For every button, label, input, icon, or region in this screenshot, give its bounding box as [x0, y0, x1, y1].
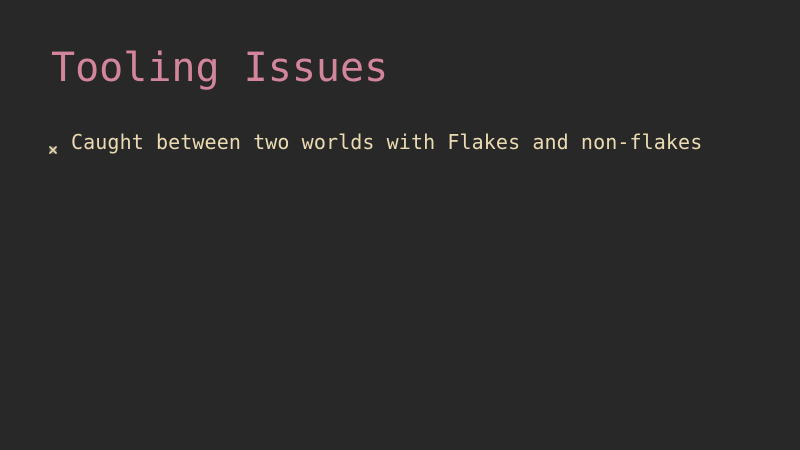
slide-title: Tooling Issues: [51, 45, 389, 91]
bullet-text: Caught between two worlds with Flakes an…: [71, 130, 703, 154]
list-item: Caught between two worlds with Flakes an…: [48, 128, 703, 156]
x-bullet-icon: [48, 139, 58, 154]
presentation-slide: Tooling Issues Caught between two worlds…: [0, 0, 800, 450]
bullet-list: Caught between two worlds with Flakes an…: [48, 128, 703, 156]
